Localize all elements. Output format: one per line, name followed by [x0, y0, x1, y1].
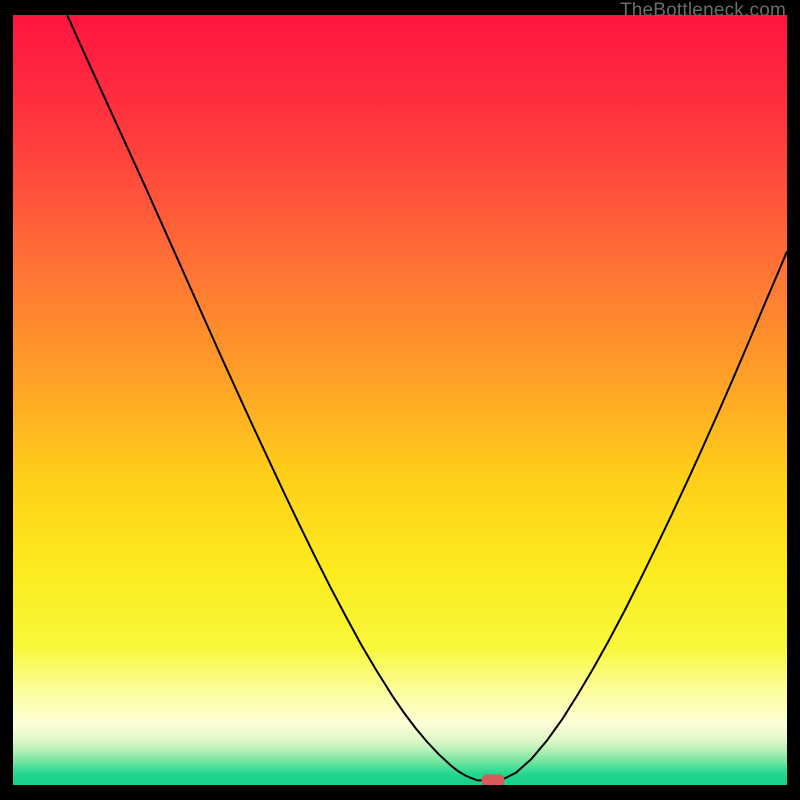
plot-area: [13, 15, 787, 785]
chart-svg: [13, 15, 787, 785]
watermark-text: TheBottleneck.com: [620, 0, 786, 22]
gradient-background: [13, 15, 787, 785]
chart-frame: TheBottleneck.com: [0, 0, 800, 800]
optimum-marker: [482, 775, 504, 785]
